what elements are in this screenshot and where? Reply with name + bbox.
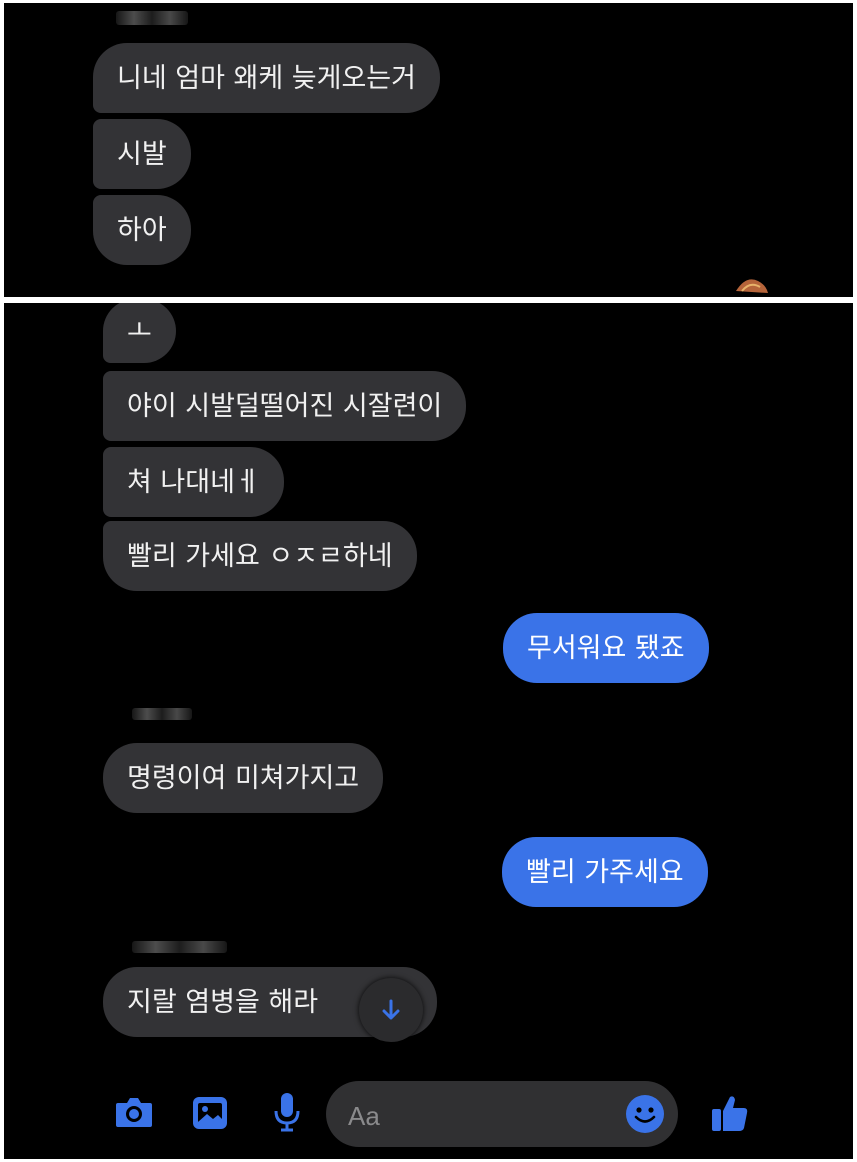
sender-name-blurred bbox=[116, 11, 188, 25]
message-bubble-received[interactable]: 니네 엄마 왜케 늦게오는거 bbox=[93, 43, 440, 113]
emoji-icon bbox=[634, 1107, 656, 1123]
microphone-icon bbox=[274, 1093, 300, 1132]
message-text: 명령이여 미쳐가지고 bbox=[127, 762, 360, 794]
message-text: 하아 bbox=[117, 214, 167, 246]
sender-name-blurred bbox=[132, 708, 192, 720]
message-input-placeholder: Aa bbox=[348, 1101, 380, 1131]
message-bubble-received[interactable]: ㅗ bbox=[103, 303, 176, 363]
message-text: ㅗ bbox=[127, 315, 152, 347]
message-text: 니네 엄마 왜케 늦게오는거 bbox=[117, 62, 416, 94]
message-text: 시발 bbox=[117, 138, 167, 170]
message-text: 빨리 가세요 ㅇㅈㄹ하네 bbox=[127, 540, 393, 572]
message-bubble-received[interactable]: 명령이여 미쳐가지고 bbox=[103, 743, 384, 813]
message-text: 무서워요 됐죠 bbox=[527, 632, 685, 664]
camera-icon bbox=[116, 1098, 152, 1127]
message-text: 쳐 나대네ㅔ bbox=[127, 466, 260, 498]
message-text: 지랄 염병을 해라 bbox=[127, 986, 319, 1018]
emoji-button[interactable] bbox=[626, 1095, 664, 1133]
seen-avatar-icon bbox=[736, 279, 768, 293]
microphone-button[interactable] bbox=[270, 1089, 304, 1135]
message-text: 야이 시발덜떨어진 시잘련이 bbox=[127, 390, 443, 422]
camera-button[interactable] bbox=[112, 1093, 156, 1131]
message-bubble-sent[interactable]: 빨리 가주세요 bbox=[502, 837, 708, 907]
sender-name-blurred bbox=[132, 941, 227, 953]
message-text: 빨리 가주세요 bbox=[526, 856, 684, 888]
chat-screenshot-bottom: ㅗ 야이 시발덜떨어진 시잘련이 쳐 나대네ㅔ 빨리 가세요 ㅇㅈㄹ하네 무서워… bbox=[4, 303, 853, 1159]
thumbs-up-icon bbox=[712, 1096, 748, 1131]
message-bubble-received[interactable]: 야이 시발덜떨어진 시잘련이 bbox=[103, 371, 467, 441]
scroll-to-bottom-button[interactable] bbox=[359, 978, 423, 1042]
message-bubble-received[interactable]: 시발 bbox=[93, 119, 191, 189]
message-bubble-received[interactable]: 하아 bbox=[93, 195, 191, 265]
arrow-down-icon bbox=[382, 999, 400, 1020]
gallery-icon bbox=[193, 1097, 227, 1129]
message-input[interactable]: Aa bbox=[326, 1081, 678, 1147]
message-composer: Aa bbox=[4, 1063, 853, 1159]
chat-screenshot-top: 니네 엄마 왜케 늦게오는거 시발 하아 bbox=[4, 3, 853, 297]
message-bubble-received[interactable]: 쳐 나대네ㅔ bbox=[103, 447, 284, 517]
message-bubble-sent[interactable]: 무서워요 됐죠 bbox=[503, 613, 709, 683]
message-bubble-received[interactable]: 빨리 가세요 ㅇㅈㄹ하네 bbox=[103, 521, 417, 591]
thumbs-up-button[interactable] bbox=[708, 1091, 752, 1135]
gallery-button[interactable] bbox=[190, 1094, 230, 1132]
